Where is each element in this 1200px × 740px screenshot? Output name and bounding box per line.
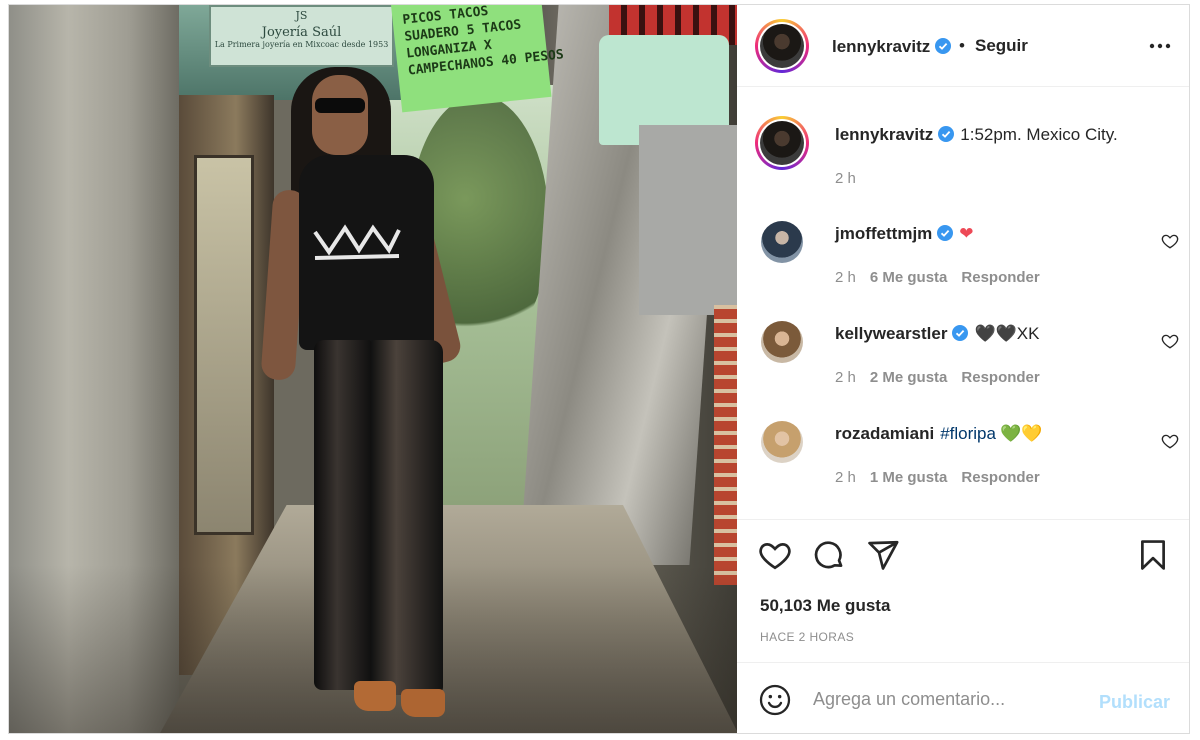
comment-username[interactable]: kellywearstler: [835, 324, 947, 343]
photo-crown-graphic: [313, 224, 401, 260]
comment-hashtag-link[interactable]: #floripa: [940, 424, 996, 443]
comment-reply-button[interactable]: Responder: [961, 469, 1039, 486]
comment-reply-button[interactable]: Responder: [961, 369, 1039, 386]
caption-meta: 2 h: [835, 170, 870, 187]
author-username-link[interactable]: lennykravitz: [832, 37, 952, 57]
commenter-avatar[interactable]: [761, 221, 803, 263]
verified-badge-icon: [935, 38, 952, 54]
photo-person-pants-right: [371, 340, 443, 695]
comment-time[interactable]: 2 h: [835, 269, 856, 286]
comment-meta: 2 h 1 Me gusta Responder: [835, 469, 1054, 486]
photo-jewelry-sign-line2: Joyería Saúl: [261, 25, 342, 40]
photo-tacos-sign: PICOS TACOS SUADERO 5 TACOS LONGANIZA X …: [391, 5, 564, 113]
caption-text: 1:52pm. Mexico City.: [960, 125, 1118, 144]
author-username: lennykravitz: [832, 37, 931, 56]
comment-like-heart-icon[interactable]: [1161, 232, 1179, 250]
publish-button[interactable]: Publicar: [1099, 692, 1170, 713]
comment-like-heart-icon[interactable]: [1161, 332, 1179, 350]
comment-like-heart-icon[interactable]: [1161, 432, 1179, 450]
verified-badge-icon: [938, 126, 955, 142]
comment-username[interactable]: rozadamiani: [835, 424, 934, 443]
commenter-avatar[interactable]: [761, 321, 803, 363]
caption-line: lennykravitz 1:52pm. Mexico City.: [835, 125, 1118, 145]
comment-text: 🖤🖤XK: [974, 324, 1040, 343]
emoji-smiley-icon[interactable]: [759, 684, 791, 716]
verified-badge-icon: [937, 225, 954, 241]
photo-plaid-cloth-lower: [714, 305, 737, 585]
photo-person-boot-left: [354, 681, 396, 711]
share-send-icon[interactable]: [866, 538, 900, 572]
comment-bubble-icon[interactable]: [812, 538, 846, 572]
caption-username[interactable]: lennykravitz: [835, 125, 933, 144]
photo-shop-door: [194, 155, 254, 535]
commenter-avatar[interactable]: [761, 421, 803, 463]
comment-likes-count[interactable]: 2 Me gusta: [870, 369, 948, 386]
comment-reply-button[interactable]: Responder: [961, 269, 1039, 286]
comment-text: 💚💛: [999, 424, 1043, 443]
post-header: lennykravitz • Seguir: [737, 5, 1189, 87]
instagram-post-modal: JS Joyería Saúl La Primera joyería en Mi…: [8, 4, 1190, 734]
photo-jewelry-sign-line3: La Primera joyería en Mixcoac desde 1953: [214, 40, 389, 49]
author-avatar[interactable]: [755, 19, 809, 73]
photo-person-boot-right: [401, 689, 445, 717]
comment-line: kellywearstler 🖤🖤XK: [835, 324, 1039, 344]
comment-line: rozadamiani #floripa 💚💛: [835, 424, 1042, 444]
comment-meta: 2 h 6 Me gusta Responder: [835, 269, 1054, 286]
photo-person-pants-left: [314, 340, 372, 690]
comments-list[interactable]: lennykravitz 1:52pm. Mexico City. 2 h jmo…: [737, 88, 1189, 518]
save-bookmark-icon[interactable]: [1136, 538, 1170, 572]
header-separator: •: [959, 36, 965, 55]
photo-jewelry-sign-line1: JS: [295, 9, 308, 22]
post-timestamp[interactable]: HACE 2 HORAS: [760, 630, 854, 644]
comment-username[interactable]: jmoffettmjm: [835, 224, 932, 243]
more-horizontal-icon[interactable]: [1147, 36, 1173, 56]
photo-jewelry-sign: JS Joyería Saúl La Primera joyería en Mi…: [209, 5, 394, 67]
comment-composer: Publicar: [737, 662, 1189, 733]
photo-hanging-shirt-grey: [639, 125, 737, 315]
comment-line: jmoffettmjm ❤: [835, 224, 974, 244]
comment-likes-count[interactable]: 6 Me gusta: [870, 269, 948, 286]
comment-text: ❤: [959, 224, 974, 243]
comment-time[interactable]: 2 h: [835, 469, 856, 486]
caption-time[interactable]: 2 h: [835, 170, 856, 187]
post-photo[interactable]: JS Joyería Saúl La Primera joyería en Mi…: [9, 5, 737, 733]
photo-person-sunglasses: [315, 98, 365, 113]
verified-badge-icon: [952, 325, 969, 341]
comment-meta: 2 h 2 Me gusta Responder: [835, 369, 1054, 386]
caption-author-avatar[interactable]: [755, 116, 809, 170]
post-side-panel: lennykravitz • Seguir lennykravitz 1:52pm…: [737, 5, 1189, 733]
photo-person-head: [312, 75, 368, 155]
comment-time[interactable]: 2 h: [835, 369, 856, 386]
like-heart-icon[interactable]: [758, 538, 792, 572]
follow-button[interactable]: Seguir: [975, 36, 1028, 56]
comment-input[interactable]: [813, 681, 1083, 717]
comment-likes-count[interactable]: 1 Me gusta: [870, 469, 948, 486]
likes-count[interactable]: 50,103 Me gusta: [760, 596, 890, 616]
post-actions: 50,103 Me gusta HACE 2 HORAS: [737, 519, 1189, 661]
